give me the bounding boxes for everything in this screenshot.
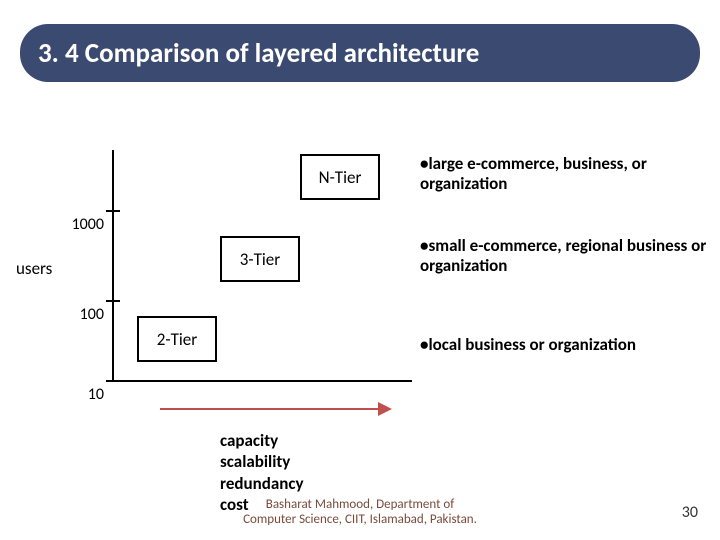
x-label-scalability: scalability [220, 451, 304, 472]
page-number: 30 [682, 503, 698, 522]
y-label-10: 10 [54, 385, 104, 404]
note-two-tier-text: local business or organization [428, 334, 636, 355]
n-tier-label: N-Tier [319, 167, 362, 188]
x-label-capacity: capacity [220, 430, 304, 451]
note-three-tier-text: small e-commerce, regional business or o… [420, 235, 706, 276]
y-axis-line [112, 150, 114, 380]
slide-title-bar: 3. 4 Comparison of layered architecture [20, 24, 700, 82]
note-two-tier: •local business or organization [420, 335, 636, 355]
two-tier-label: 2-Tier [157, 329, 197, 350]
three-tier-box: 3-Tier [220, 236, 300, 282]
note-n-tier: •large e-commerce, business, or organiza… [420, 154, 710, 195]
footer-line1: Basharat Mahmood, Department of [266, 497, 454, 512]
n-tier-box: N-Tier [300, 154, 380, 200]
note-n-tier-text: large e-commerce, business, or organizat… [420, 153, 647, 194]
comparison-diagram: 1000 100 10 users N-Tier 3-Tier 2-Tier c… [10, 140, 710, 470]
y-label-1000: 1000 [54, 215, 104, 234]
x-axis-arrow-line [160, 408, 380, 410]
x-axis-arrow-head-icon [378, 402, 392, 416]
footer-credit: Basharat Mahmood, Department of Computer… [0, 498, 720, 528]
two-tier-box: 2-Tier [137, 316, 217, 362]
slide-title: 3. 4 Comparison of layered architecture [38, 37, 479, 70]
note-three-tier: •small e-commerce, regional business or … [420, 236, 710, 277]
y-tick-10 [106, 380, 120, 382]
footer-line2: Computer Science, CIIT, Islamabad, Pakis… [243, 512, 477, 527]
y-tick-100 [106, 300, 120, 302]
three-tier-label: 3-Tier [240, 249, 280, 270]
y-label-100: 100 [54, 305, 104, 324]
y-tick-1000 [106, 210, 120, 212]
x-label-redundancy: redundancy [220, 473, 304, 494]
y-axis-title: users [16, 258, 52, 279]
x-axis-line [112, 380, 412, 382]
